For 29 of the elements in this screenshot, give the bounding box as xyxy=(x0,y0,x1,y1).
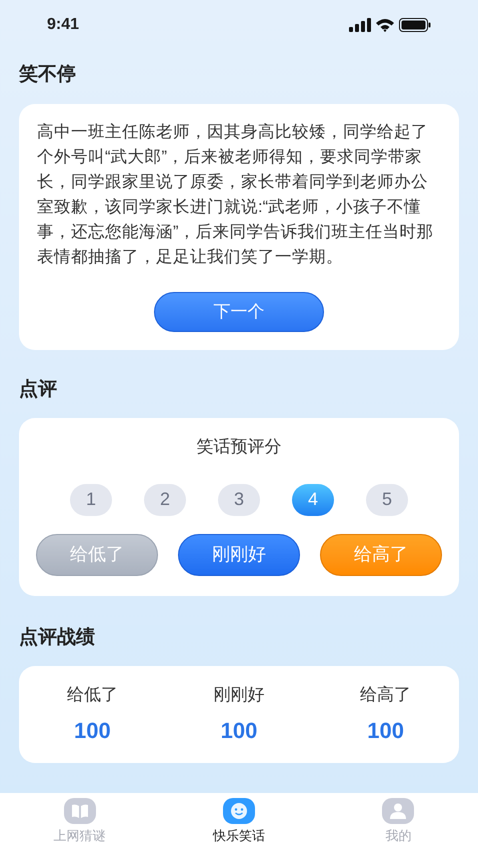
section-title: 笑不停 xyxy=(19,63,76,87)
signal-icon xyxy=(349,18,371,32)
stat-value: 100 xyxy=(367,716,404,744)
person-icon xyxy=(382,798,414,824)
wifi-icon xyxy=(375,18,395,32)
stat-value: 100 xyxy=(74,716,111,744)
score-option[interactable]: 3 xyxy=(218,484,260,516)
section-title: 点评 xyxy=(19,378,57,402)
tab[interactable]: 我的 xyxy=(318,793,478,850)
battery-icon xyxy=(399,18,431,32)
stat-label: 刚刚好 xyxy=(213,684,264,706)
next-button[interactable]: 下一个 xyxy=(154,292,324,332)
score-option[interactable]: 1 xyxy=(70,484,112,516)
score-option[interactable]: 2 xyxy=(144,484,186,516)
status-time: 9:41 xyxy=(47,14,80,34)
verdict-button[interactable]: 刚刚好 xyxy=(178,534,300,576)
tab[interactable]: 上网猜谜 xyxy=(0,793,160,850)
stat-value: 100 xyxy=(220,716,258,744)
smiley-icon xyxy=(222,798,255,824)
verdict-button[interactable]: 给高了 xyxy=(320,534,442,576)
stat-label: 给高了 xyxy=(360,684,412,706)
score-option[interactable]: 4 xyxy=(292,484,334,516)
joke-text: 高中一班主任陈老师，因其身高比较矮，同学给起了个外号叫“武大郎”，后来被老师得知，要求同学带家长，同学跟家里说了原委，家长带着同学到老师办公室致歉，该同学家长进门就说:“武老师，小孩子不懂事，还忘您能海涵”，后来同学告诉我们班主任当时那表情都抽搐了，足足让我们笑了一学期。 xyxy=(37,122,434,268)
rating-title: 笑话预评分 xyxy=(196,436,282,458)
stat-label: 给低了 xyxy=(66,684,118,706)
book-icon xyxy=(64,798,96,824)
section-title: 点评战绩 xyxy=(19,626,95,650)
tab[interactable]: 快乐笑话 xyxy=(159,793,319,850)
score-option[interactable]: 5 xyxy=(366,484,408,516)
